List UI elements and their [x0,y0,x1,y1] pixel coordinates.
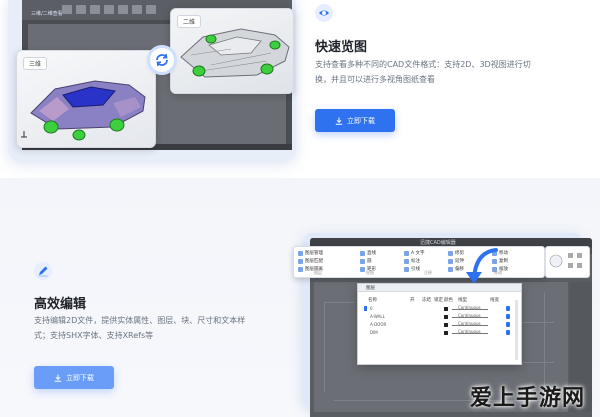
cad-window-title: 迅捷CAD编辑器 [420,240,456,246]
refresh-icon [156,53,168,67]
feature-desc-line: 支持查看多种不同的CAD文件格式：支持2D、3D视图进行切 [315,60,531,69]
layer-dialog: 图层 名称 开 冻结 锁定 颜色 线型 线宽 0 Continuous A-WA… [357,283,522,365]
ribbon-group-label: 绘图 [366,270,374,275]
feature-desc-edit: 支持编辑2D文件，提供实体属性、图层、块、尺寸和文本样 式；支持SHX字体、支持… [34,313,304,343]
column-header: 冻结 [422,298,431,303]
site-watermark: 爱上手游网 [470,386,586,411]
edit-icon [34,262,52,280]
switch-view-button[interactable] [150,48,174,72]
feature-desc-preview: 支持查看多种不同的CAD文件格式：支持2D、3D视图进行切 换，并且可以进行多视… [315,57,595,87]
feature-title-edit: 高效编辑 [34,297,87,312]
cad-ribbon-extra [545,246,590,278]
ribbon-item[interactable]: 引线 [404,266,420,272]
download-button-edit[interactable]: 立即下载 [34,366,114,389]
axis-icon [21,131,27,138]
feature-desc-line: 换，并且可以进行多视角图纸查看 [315,75,435,84]
column-header: 开 [410,298,415,303]
feature-title-preview: 快速览图 [315,40,368,55]
ribbon-item[interactable]: 图层匹配 [298,258,323,264]
dialog-scrollbar[interactable] [515,300,518,360]
table-row[interactable]: 0 Continuous [364,305,516,312]
toolbar-icons [549,253,582,268]
tag-2d: 二维 [177,15,202,28]
download-icon [54,374,62,382]
download-button-label: 立即下载 [347,116,375,125]
ribbon-item[interactable]: 标注 [404,258,420,264]
ribbon-item[interactable]: 图层管理 [298,250,323,256]
download-icon [335,117,343,125]
cad-ribbon: 图层管理 图层匹配 图层隔离 直线 圆 矩形 A 文字 标注 引线 修剪 延伸 … [293,246,545,278]
column-header: 名称 [368,298,377,303]
ribbon-group-label: 图层 [314,270,322,275]
table-row[interactable]: DIM Continuous [364,329,516,336]
ribbon-item[interactable]: 圆 [360,258,372,264]
layer-dialog-titlebar: 图层 [358,284,521,292]
download-button-label: 立即下载 [66,373,94,382]
column-header: 锁定 [434,298,443,303]
table-row[interactable]: A-DOOR Continuous [364,321,516,328]
viewer-title-stub: 三维/二维查看 [31,11,63,17]
arrow-icon [466,248,498,284]
tag-3d: 三维 [23,57,48,70]
feature-desc-line: 支持编辑2D文件，提供实体属性、图层、块、尺寸和文本样 [34,316,246,325]
column-header: 线型 [458,298,467,303]
download-button-preview[interactable]: 立即下载 [315,109,395,132]
table-row[interactable]: A-WALL Continuous [364,313,516,320]
ribbon-group-label: 注释 [424,270,432,275]
ribbon-item[interactable]: 直线 [360,250,376,256]
panel-2d-view: 二维 [170,8,294,94]
feature-desc-line: 式；支持SHX字体、支持XRefs等 [34,331,154,340]
ribbon-item[interactable]: A 文字 [404,250,425,256]
layer-dialog-title: 图层 [366,286,375,291]
column-header: 线宽 [490,298,499,303]
panel-3d-view: 三维 [16,50,156,148]
column-header: 颜色 [444,298,453,303]
eye-icon [315,4,333,22]
